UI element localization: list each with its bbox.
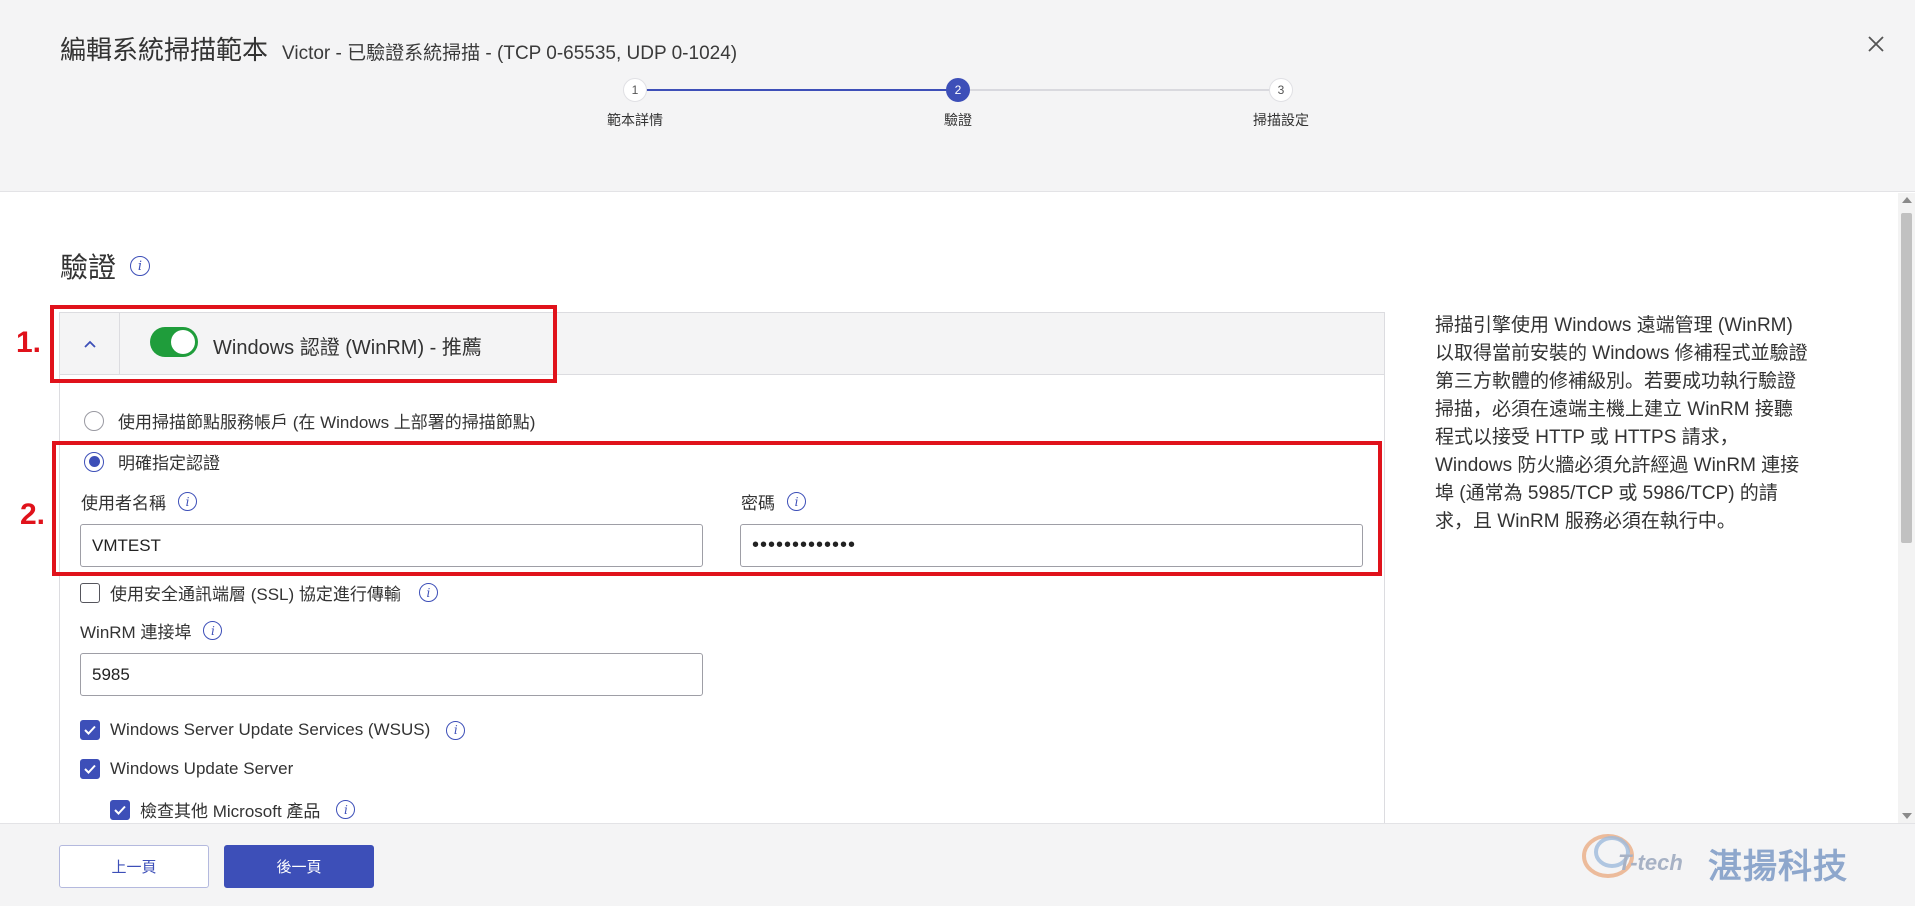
annotation-label-1: 1. <box>16 326 42 359</box>
update-server-row[interactable]: Windows Update Server <box>80 759 293 779</box>
other-ms-checkbox[interactable] <box>110 799 130 820</box>
step-scan-settings[interactable]: 3 掃描設定 <box>1211 78 1351 130</box>
wsus-label: Windows Server Update Services (WSUS) <box>110 720 431 739</box>
port-field[interactable] <box>80 653 703 696</box>
previous-button[interactable]: 上一頁 <box>59 845 209 888</box>
update-server-checkbox[interactable] <box>80 759 100 779</box>
step-label: 範本詳情 <box>607 112 663 128</box>
scrollbar-thumb[interactable] <box>1901 213 1912 543</box>
close-icon <box>1868 36 1884 52</box>
step-label: 掃描設定 <box>1253 112 1309 128</box>
step-number: 3 <box>1269 78 1293 102</box>
other-ms-row[interactable]: 檢查其他 Microsoft 產品 i <box>110 797 356 822</box>
step-label: 驗證 <box>944 112 972 128</box>
info-icon[interactable]: i <box>203 621 223 640</box>
section-heading: 驗證 i <box>60 246 151 286</box>
section-title: 驗證 <box>60 252 117 283</box>
update-server-label: Windows Update Server <box>110 759 294 778</box>
ssl-row[interactable]: 使用安全通訊端層 (SSL) 協定進行傳輸 i <box>80 580 438 605</box>
username-label: 使用者名稱 <box>81 494 166 513</box>
password-label-row: 密碼 i <box>741 489 806 514</box>
info-icon[interactable]: i <box>787 492 806 511</box>
port-label: WinRM 連接埠 <box>80 623 192 642</box>
info-icon[interactable]: i <box>336 800 356 819</box>
check-icon <box>84 764 96 774</box>
winrm-card-header: Windows 認證 (WinRM) - 推薦 <box>60 313 1384 375</box>
template-name: Victor - 已驗證系統掃描 - (TCP 0-65535, UDP 0-1… <box>282 43 738 64</box>
check-icon <box>84 725 96 735</box>
ssl-label: 使用安全通訊端層 (SSL) 協定進行傳輸 <box>110 585 401 604</box>
winrm-card: Windows 認證 (WinRM) - 推薦 <box>59 312 1385 832</box>
winrm-toggle[interactable] <box>150 327 198 357</box>
wsus-row[interactable]: Windows Server Update Services (WSUS) i <box>80 720 466 740</box>
page-title: 編輯系統掃描範本 <box>60 35 269 65</box>
wsus-checkbox[interactable] <box>80 720 100 740</box>
info-icon[interactable]: i <box>178 492 197 511</box>
dialog-title: 編輯系統掃描範本 Victor - 已驗證系統掃描 - (TCP 0-65535… <box>60 30 737 67</box>
password-field[interactable] <box>740 524 1363 567</box>
collapse-button[interactable] <box>60 313 120 375</box>
step-number: 1 <box>623 78 647 102</box>
watermark-name: 湛揚科技 <box>1708 848 1848 886</box>
step-number: 2 <box>946 78 970 102</box>
step-authentication[interactable]: 2 驗證 <box>888 78 1028 130</box>
next-button[interactable]: 後一頁 <box>224 845 374 888</box>
radio-service-account-row[interactable]: 使用掃描節點服務帳戶 (在 Windows 上部署的掃描節點) <box>84 408 535 433</box>
radio-explicit-label: 明確指定認證 <box>118 454 220 473</box>
radio-explicit-credentials[interactable] <box>84 451 104 472</box>
help-panel: 掃描引擎使用 Windows 遠端管理 (WinRM) 以取得當前安裝的 Win… <box>1435 315 1808 532</box>
scroll-down-icon[interactable] <box>1902 813 1912 819</box>
check-icon <box>114 805 126 815</box>
toggle-knob <box>171 330 195 354</box>
step-template-details[interactable]: 1 範本詳情 <box>565 78 705 130</box>
annotation-label-2: 2. <box>20 498 46 531</box>
winrm-header-label: Windows 認證 (WinRM) - 推薦 <box>213 337 482 359</box>
username-label-row: 使用者名稱 i <box>81 489 197 514</box>
chevron-up-icon <box>83 340 96 348</box>
password-label: 密碼 <box>741 494 775 513</box>
watermark-logo: T-tech 湛揚科技 <box>1578 820 1868 890</box>
scroll-up-icon[interactable] <box>1902 197 1912 203</box>
other-ms-label: 檢查其他 Microsoft 產品 <box>140 802 321 821</box>
port-label-row: WinRM 連接埠 i <box>80 618 223 643</box>
watermark-brand: T-tech <box>1618 850 1683 875</box>
username-field[interactable] <box>80 524 703 567</box>
radio-explicit-row[interactable]: 明確指定認證 <box>84 449 220 474</box>
info-icon[interactable]: i <box>418 583 438 602</box>
radio-service-account[interactable] <box>84 410 104 431</box>
radio-service-account-label: 使用掃描節點服務帳戶 (在 Windows 上部署的掃描節點) <box>118 413 536 432</box>
close-button[interactable] <box>1860 28 1892 60</box>
content-scrollbar[interactable] <box>1898 193 1915 823</box>
stepper: 1 範本詳情 2 驗證 3 掃描設定 <box>0 78 1915 138</box>
info-icon[interactable]: i <box>446 720 466 740</box>
ssl-checkbox[interactable] <box>80 582 100 603</box>
dialog-header: 編輯系統掃描範本 Victor - 已驗證系統掃描 - (TCP 0-65535… <box>0 0 1915 192</box>
info-icon[interactable]: i <box>130 256 151 276</box>
